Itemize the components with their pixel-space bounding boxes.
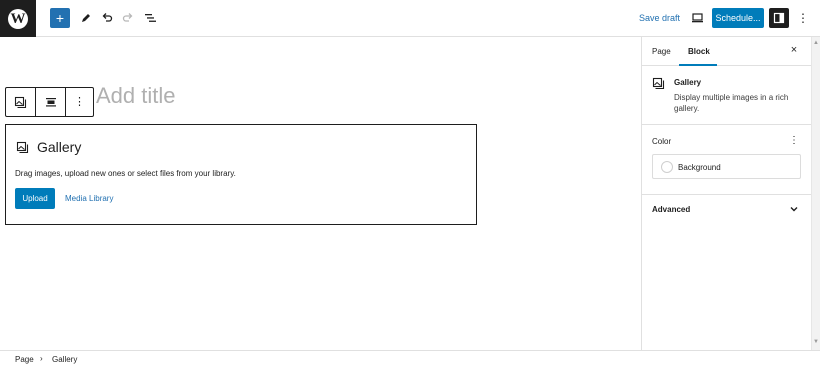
more-vertical-icon: ⋮ xyxy=(74,95,85,108)
schedule-button[interactable]: Schedule... xyxy=(712,8,764,28)
color-panel-title: Color xyxy=(652,137,672,146)
desktop-icon xyxy=(691,13,703,23)
breadcrumb-item-page[interactable]: Page xyxy=(15,355,34,364)
block-options-button[interactable]: ⋮ xyxy=(65,88,93,116)
gallery-icon xyxy=(652,77,665,90)
chevron-right-icon: › xyxy=(40,354,43,363)
sidebar-tabs: Page Block × xyxy=(642,37,812,66)
undo-button[interactable] xyxy=(97,8,117,28)
color-swatch-icon xyxy=(661,161,673,173)
preview-button[interactable] xyxy=(687,8,707,28)
more-vertical-icon: ⋮ xyxy=(797,11,809,25)
list-view-icon xyxy=(144,14,156,22)
chevron-down-icon xyxy=(790,207,798,212)
color-options-button[interactable]: ⋮ xyxy=(787,134,801,148)
post-title-input[interactable]: Add title xyxy=(96,83,176,109)
scroll-down-arrow-icon[interactable]: ▼ xyxy=(813,339,819,345)
align-wide-icon xyxy=(45,98,56,107)
background-label: Background xyxy=(678,163,721,172)
scroll-up-arrow-icon[interactable]: ▲ xyxy=(813,40,819,46)
save-draft-button[interactable]: Save draft xyxy=(639,13,680,23)
gallery-block-placeholder[interactable]: Gallery Drag images, upload new ones or … xyxy=(5,124,477,225)
tab-block[interactable]: Block xyxy=(688,47,710,56)
gallery-icon xyxy=(14,96,27,108)
upload-button[interactable]: Upload xyxy=(15,188,55,209)
pencil-icon xyxy=(82,14,90,22)
block-breadcrumb: Page › Gallery xyxy=(0,350,820,384)
advanced-panel-toggle[interactable]: Advanced xyxy=(642,195,812,229)
plus-icon: + xyxy=(55,10,65,26)
more-vertical-icon: ⋮ xyxy=(789,135,799,146)
align-button[interactable] xyxy=(35,88,65,116)
gallery-icon xyxy=(16,141,29,153)
gallery-block-header: Gallery xyxy=(16,139,81,155)
block-card-description: Display multiple images in a rich galler… xyxy=(674,93,789,113)
advanced-panel-title: Advanced xyxy=(652,205,691,214)
tools-button[interactable] xyxy=(76,8,96,28)
gallery-instructions: Drag images, upload new ones or select f… xyxy=(15,169,236,178)
tab-page[interactable]: Page xyxy=(652,47,671,56)
color-panel: Color ⋮ Background xyxy=(642,125,812,195)
vertical-scrollbar[interactable]: ▲ ▼ xyxy=(811,37,820,350)
settings-button[interactable] xyxy=(769,8,789,28)
undo-icon xyxy=(102,13,113,22)
block-card: Gallery Display multiple images in a ric… xyxy=(642,66,812,125)
block-card-title: Gallery xyxy=(674,78,702,87)
block-toolbar: ⋮ xyxy=(5,87,94,117)
wordpress-logo-button[interactable]: W xyxy=(0,0,36,37)
media-library-button[interactable]: Media Library xyxy=(65,194,113,203)
background-color-button[interactable]: Background xyxy=(652,154,801,179)
settings-sidebar: Page Block × Gallery Display multiple im… xyxy=(641,37,812,350)
redo-icon xyxy=(122,13,133,22)
document-overview-button[interactable] xyxy=(140,8,160,28)
editor-canvas: Add title ⋮ Gallery Drag images, upload … xyxy=(0,37,641,350)
add-block-button[interactable]: + xyxy=(50,8,70,28)
options-menu-button[interactable]: ⋮ xyxy=(793,8,813,28)
gallery-block-title: Gallery xyxy=(37,139,82,155)
block-type-switcher[interactable] xyxy=(6,88,35,116)
sidebar-toggle-icon xyxy=(773,12,785,24)
wordpress-icon: W xyxy=(8,8,28,29)
breadcrumb-item-gallery[interactable]: Gallery xyxy=(52,355,77,364)
close-sidebar-button[interactable]: × xyxy=(788,44,800,58)
redo-button[interactable] xyxy=(118,8,138,28)
editor-header: W + Save draft Schedule... ⋮ xyxy=(0,0,820,37)
